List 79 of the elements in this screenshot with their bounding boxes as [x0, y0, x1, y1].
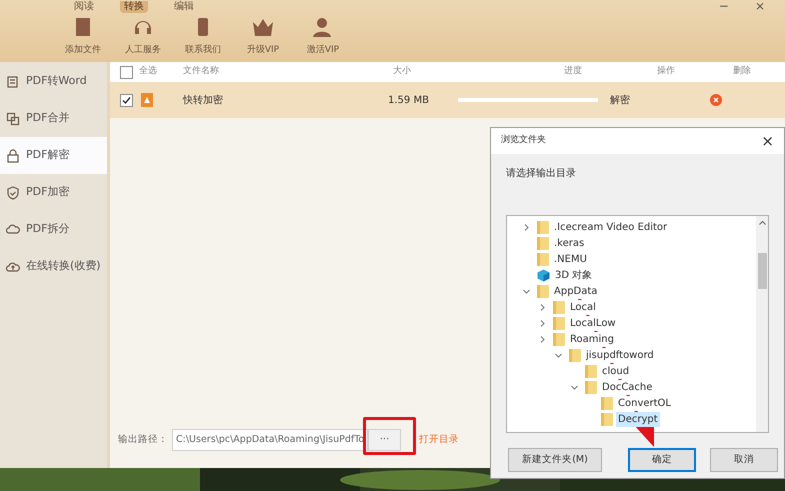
- toolbar-button[interactable]: 激活VIP: [298, 16, 348, 58]
- folder-icon: [569, 348, 581, 362]
- tree-item[interactable]: ConvertOL: [616, 396, 673, 410]
- lock-icon: [6, 148, 20, 162]
- sidebar-item[interactable]: PDF转Word: [0, 63, 107, 100]
- chevron-down-icon[interactable]: [555, 352, 562, 358]
- toolbar-button[interactable]: 人工服务: [118, 16, 168, 58]
- tree-item[interactable]: AppData: [552, 284, 600, 298]
- chevron-right-icon[interactable]: [539, 336, 546, 342]
- folder-icon: [553, 316, 565, 330]
- column-header: 大小: [393, 65, 412, 78]
- tree-item[interactable]: LocalLow: [568, 316, 618, 330]
- toolbar-button[interactable]: 升级VIP: [238, 16, 288, 58]
- toolbar-button[interactable]: 联系我们: [178, 16, 228, 58]
- sidebar-item[interactable]: PDF解密: [0, 137, 107, 174]
- scroll-thumb[interactable]: [758, 253, 766, 289]
- menu-tab[interactable]: 转换: [120, 1, 148, 13]
- folder-icon: [537, 252, 549, 266]
- dialog-button[interactable]: 确定: [628, 448, 696, 472]
- minimize-button[interactable]: −: [718, 0, 729, 12]
- tree-item[interactable]: Decrypt: [616, 412, 660, 426]
- column-header: 操作: [656, 65, 676, 78]
- file-size: 1.59 MB: [388, 94, 430, 108]
- folder-icon: [553, 300, 565, 314]
- dialog-prompt: 请选择输出目录: [506, 166, 577, 181]
- tree-item[interactable]: 3D 对象: [553, 268, 594, 282]
- menu-tab[interactable]: 阅读: [70, 1, 98, 13]
- checkbox[interactable]: [120, 66, 133, 78]
- highlight-frame: [363, 417, 416, 455]
- sidebar-item[interactable]: 在线转换(收费): [0, 248, 107, 285]
- delete-icon[interactable]: [710, 94, 722, 106]
- merge-icon: [6, 112, 20, 126]
- folder-icon: [537, 220, 549, 234]
- select-all-label: 全选: [139, 65, 158, 78]
- chevron-down-icon[interactable]: [523, 288, 530, 294]
- cloud-icon: [6, 222, 20, 236]
- cloud-upload-icon: [6, 260, 20, 274]
- folder-icon: [537, 236, 549, 250]
- shield-icon: [6, 186, 20, 200]
- output-path-field[interactable]: C:\Users\pc\AppData\Roaming\JisuPdfTo: [172, 429, 368, 451]
- chevron-down-icon[interactable]: [571, 384, 578, 390]
- scroll-up-icon[interactable]: [758, 220, 766, 225]
- folder-icon: [601, 396, 613, 410]
- tree-item[interactable]: jisupdftoword: [584, 348, 656, 362]
- column-header: 文件名称: [183, 65, 220, 78]
- folder-icon: [585, 364, 597, 378]
- dialog-button[interactable]: 取消: [710, 448, 778, 472]
- folder-icon: [601, 412, 613, 426]
- user-icon: [312, 16, 334, 38]
- file-name: 快转加密: [183, 94, 224, 108]
- column-header: 删除: [733, 65, 752, 78]
- sidebar-item[interactable]: PDF拆分: [0, 211, 107, 248]
- pdf-file-icon: [141, 93, 153, 107]
- file-row[interactable]: 快转加密 1.59 MB 解密: [110, 82, 785, 118]
- chevron-right-icon[interactable]: [523, 224, 530, 230]
- dialog-title: 浏览文件夹: [501, 134, 546, 148]
- tree-item[interactable]: Roaming: [568, 332, 616, 346]
- tree-item[interactable]: DocCache: [600, 380, 654, 394]
- sidebar-item[interactable]: PDF合并: [0, 100, 107, 137]
- column-header: 进度: [563, 65, 583, 78]
- browse-button[interactable]: ···: [368, 429, 401, 451]
- close-button[interactable]: ×: [761, 134, 774, 148]
- chevron-right-icon[interactable]: [539, 320, 546, 326]
- decrypt-link[interactable]: 解密: [610, 92, 710, 108]
- dialog-button[interactable]: 新建文件夹(M): [508, 448, 602, 472]
- output-path-label: 输出路径：: [118, 432, 168, 447]
- folder-icon: [553, 332, 565, 346]
- toolbar-button[interactable]: 添加文件: [58, 16, 108, 58]
- document-icon: [6, 74, 20, 88]
- chevron-right-icon[interactable]: [539, 304, 546, 310]
- checkbox[interactable]: [120, 94, 133, 106]
- folder-icon: [585, 380, 597, 394]
- sidebar-item[interactable]: PDF加密: [0, 174, 107, 211]
- cube-icon: [537, 268, 550, 282]
- folder-icon: [537, 284, 549, 298]
- tree-item[interactable]: cloud: [600, 364, 632, 378]
- close-button[interactable]: ×: [754, 0, 765, 12]
- menu-tab[interactable]: 编辑: [170, 1, 198, 13]
- tree-item[interactable]: Local: [568, 300, 598, 314]
